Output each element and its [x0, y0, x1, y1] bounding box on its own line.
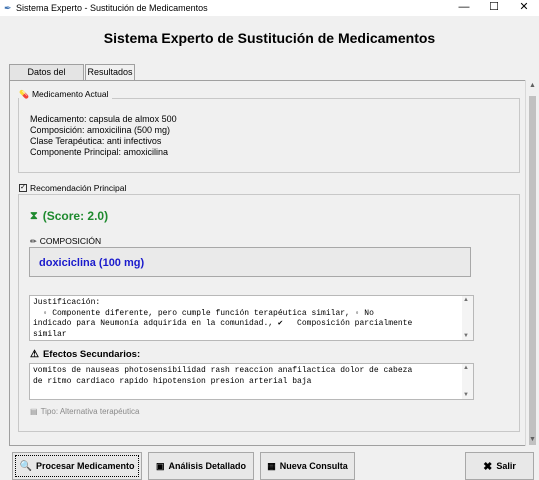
justificacion-scrollbar[interactable]: ▲ ▼	[462, 296, 473, 340]
title-bar: ✒ Sistema Experto - Sustitución de Medic…	[0, 0, 539, 16]
minimize-button[interactable]: —	[449, 0, 479, 16]
tipo-label: ▤ Tipo: Alternativa terapéutica	[30, 407, 140, 416]
medicamento-actual-label: 💊 Medicamento Actual	[19, 89, 112, 99]
scroll-down-arrow-icon[interactable]: ▼	[463, 392, 469, 398]
scrollbar-thumb[interactable]	[529, 96, 536, 445]
close-icon: ✖	[483, 460, 493, 473]
composicion-line: Composición: amoxicilina (500 mg)	[30, 125, 171, 135]
maximize-button[interactable]: ☐	[479, 0, 509, 16]
efectos-scrollbar[interactable]: ▲ ▼	[462, 364, 473, 399]
refresh-icon: ▦	[267, 460, 276, 471]
composicion-value: doxiciclina (100 mg)	[39, 257, 145, 269]
window-title: Sistema Experto - Sustitución de Medicam…	[16, 3, 208, 13]
efectos-text[interactable]: vomitos de nauseas photosensibilidad ras…	[29, 363, 474, 400]
analisis-detallado-button[interactable]: ▣ Análisis Detallado	[148, 452, 254, 480]
feather-icon: ✒	[4, 3, 12, 13]
procesar-medicamento-button[interactable]: 🔍 Procesar Medicamento	[12, 452, 142, 480]
componente-principal-line: Componente Principal: amoxicilina	[30, 147, 169, 157]
tab-datos-paciente[interactable]: Datos del Paciente	[9, 64, 84, 92]
salir-button[interactable]: ✖ Salir	[465, 452, 534, 480]
composicion-label: ✏ COMPOSICIÓN	[30, 236, 102, 246]
warning-icon: ⚠	[30, 349, 39, 360]
scroll-up-arrow-icon[interactable]: ▲	[463, 365, 469, 371]
medicamento-line: Medicamento: capsula de almox 500	[30, 114, 177, 124]
scroll-down-arrow-icon[interactable]: ▼	[463, 333, 469, 339]
hourglass-icon: ⧗	[30, 209, 38, 222]
checkbox-icon: ✓	[19, 184, 27, 192]
score-display: ⧗ (Score: 2.0)	[30, 209, 109, 223]
scroll-up-arrow-icon[interactable]: ▲	[526, 80, 539, 92]
scroll-down-arrow-icon[interactable]: ▼	[526, 434, 539, 446]
efectos-title: ⚠ Efectos Secundarios:	[30, 349, 141, 360]
clase-terapeutica-line: Clase Terapéutica: anti infectivos	[30, 136, 162, 146]
document-icon: ▤	[30, 407, 38, 416]
search-icon: 🔍	[19, 460, 32, 472]
nueva-consulta-button[interactable]: ▦ Nueva Consulta	[260, 452, 355, 480]
tab-resultados[interactable]: Resultados	[85, 64, 135, 81]
justificacion-text[interactable]: Justificación: ◦ Componente diferente, p…	[29, 295, 474, 341]
close-window-button[interactable]: ✕	[509, 0, 539, 16]
page-title: Sistema Experto de Sustitución de Medica…	[103, 30, 436, 46]
panel-scrollbar[interactable]: ▲ ▼	[525, 80, 538, 446]
recomendacion-label: ✓ Recomendación Principal	[19, 183, 130, 193]
chart-icon: ▣	[155, 460, 165, 471]
scroll-up-arrow-icon[interactable]: ▲	[463, 297, 469, 303]
pill-icon: 💊	[19, 89, 29, 99]
pencil-icon: ✏	[30, 236, 37, 246]
